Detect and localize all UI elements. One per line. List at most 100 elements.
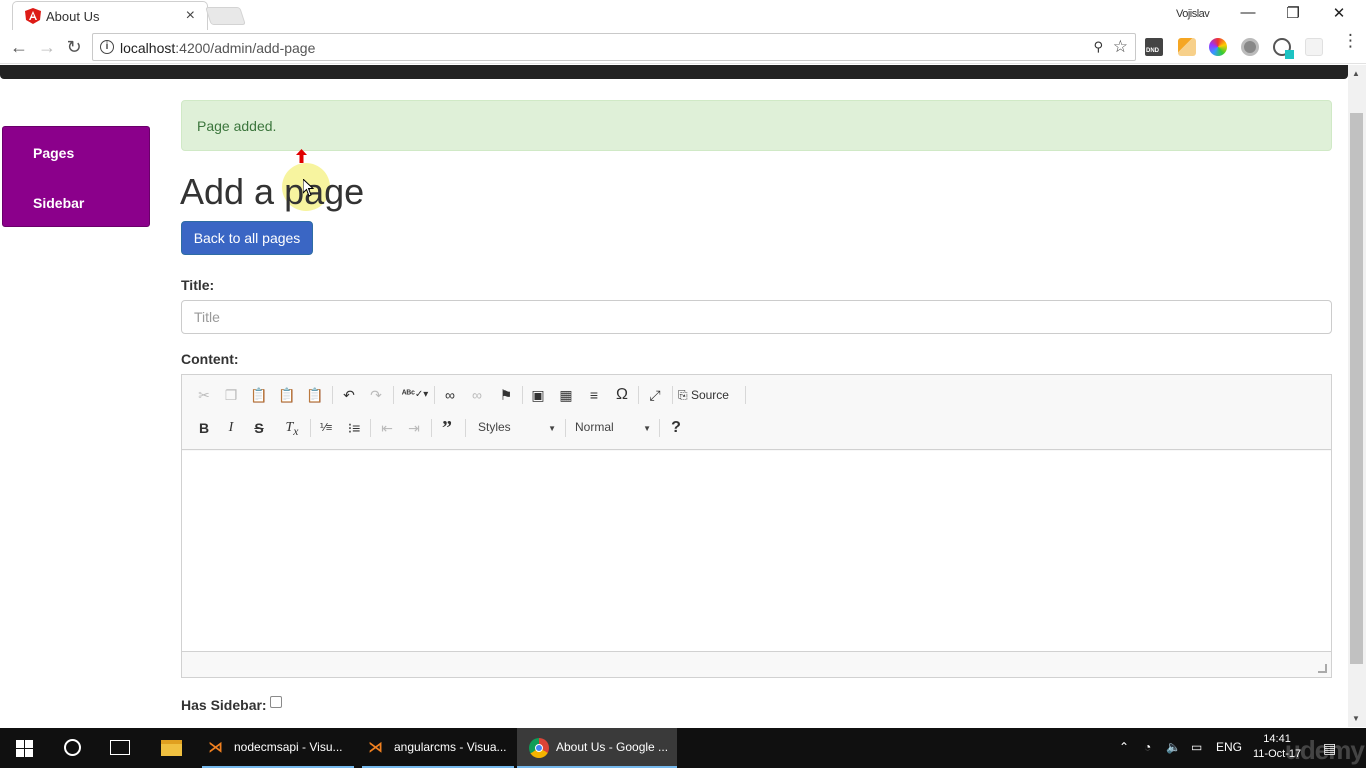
horizontal-rule-icon[interactable]: ≡ bbox=[582, 383, 606, 407]
angular-favicon-icon bbox=[25, 8, 41, 24]
color-extension-icon[interactable] bbox=[1209, 38, 1227, 56]
notifications-icon[interactable]: ▤ bbox=[1323, 740, 1336, 757]
show-hidden-icons-icon[interactable]: ⌃ bbox=[1119, 740, 1129, 754]
url-text[interactable]: localhost:4200/admin/add-page bbox=[120, 40, 315, 56]
gear-extension-icon[interactable] bbox=[1241, 38, 1259, 56]
format-label: Normal bbox=[575, 420, 614, 434]
content-label: Content: bbox=[181, 351, 239, 367]
battery-icon[interactable]: ▭ bbox=[1191, 740, 1202, 754]
volume-icon[interactable]: 🔈 bbox=[1166, 740, 1181, 754]
editor-toolbar: ✂ ❐ 📋 📋 📋 ↶ ↷ ᴬᴮᶜ✓▾ ∞ ∞ ⚑ ▣ ▦ ≡ Ω ⤢ ⎘ So… bbox=[182, 375, 1331, 450]
sidebar-item-sidebar[interactable]: Sidebar bbox=[33, 195, 84, 211]
windows-start-icon[interactable] bbox=[16, 740, 33, 757]
file-explorer-icon[interactable] bbox=[161, 740, 182, 756]
maximize-icon[interactable]: ⤢ bbox=[643, 383, 667, 407]
copy-icon[interactable]: ❐ bbox=[219, 383, 243, 407]
restore-button[interactable]: ❐ bbox=[1278, 4, 1308, 24]
tab-about-us[interactable]: About Us × bbox=[12, 1, 208, 30]
image-icon[interactable]: ▣ bbox=[526, 383, 550, 407]
browser-toolbar: ← → ↻ i localhost:4200/admin/add-page ⚲ … bbox=[0, 30, 1366, 64]
link-icon[interactable]: ∞ bbox=[438, 383, 462, 407]
scroll-up-icon[interactable]: ▲ bbox=[1352, 69, 1360, 78]
mouse-pointer-icon bbox=[303, 179, 315, 197]
admin-sidebar: Pages Sidebar bbox=[2, 126, 150, 227]
network-icon[interactable]: ◔ bbox=[1144, 740, 1151, 754]
taskbar-app-angularcms[interactable]: ⋊ angularcms - Visua... bbox=[362, 728, 514, 768]
paste-text-icon[interactable]: 📋 bbox=[275, 383, 299, 407]
title-label: Title: bbox=[181, 277, 215, 293]
toolbar-separator bbox=[393, 386, 394, 404]
language-indicator[interactable]: ENG bbox=[1216, 740, 1242, 754]
address-bar[interactable]: i localhost:4200/admin/add-page ⚲ ☆ bbox=[92, 33, 1136, 61]
blockquote-icon[interactable]: ” bbox=[435, 416, 459, 440]
back-to-all-pages-button[interactable]: Back to all pages bbox=[181, 221, 313, 255]
rich-text-editor: ✂ ❐ 📋 📋 📋 ↶ ↷ ᴬᴮᶜ✓▾ ∞ ∞ ⚑ ▣ ▦ ≡ Ω ⤢ ⎘ So… bbox=[181, 374, 1332, 678]
toolbar-separator bbox=[370, 419, 371, 437]
reload-button[interactable]: ↻ bbox=[63, 36, 85, 58]
taskbar-app-label: nodecmsapi - Visu... bbox=[234, 740, 343, 754]
profile-name[interactable]: Vojislav bbox=[1176, 8, 1210, 20]
scroll-down-icon[interactable]: ▼ bbox=[1352, 714, 1360, 723]
toolbar-separator bbox=[431, 419, 432, 437]
search-icon[interactable] bbox=[64, 739, 81, 756]
system-clock[interactable]: 14:41 11-Oct-17 bbox=[1253, 732, 1301, 762]
source-button[interactable]: ⎘ Source bbox=[678, 383, 744, 407]
close-window-button[interactable]: ✕ bbox=[1324, 4, 1354, 24]
toolbar-separator bbox=[638, 386, 639, 404]
title-field[interactable] bbox=[181, 300, 1332, 334]
url-path: :4200/admin/add-page bbox=[175, 40, 316, 56]
toolbar-separator bbox=[745, 386, 746, 404]
special-char-icon[interactable]: Ω bbox=[610, 383, 634, 407]
browser-menu-icon[interactable]: ⋮ bbox=[1342, 32, 1359, 49]
help-icon[interactable]: ? bbox=[664, 416, 688, 440]
spellcheck-icon[interactable]: ᴬᴮᶜ✓▾ bbox=[400, 383, 430, 407]
scrollbar-thumb[interactable] bbox=[1350, 113, 1363, 664]
speed-extension-icon[interactable] bbox=[1273, 38, 1294, 59]
bookmark-star-icon[interactable]: ☆ bbox=[1113, 37, 1128, 57]
bold-icon[interactable]: B bbox=[192, 416, 216, 440]
toolbar-separator bbox=[522, 386, 523, 404]
cut-icon[interactable]: ✂ bbox=[192, 383, 216, 407]
info-icon[interactable]: i bbox=[100, 40, 114, 54]
format-dropdown[interactable]: Normal ▼ bbox=[575, 420, 651, 442]
page-scrollbar[interactable]: ▲ ▼ bbox=[1348, 65, 1366, 727]
paste-word-icon[interactable]: 📋 bbox=[303, 383, 327, 407]
strike-icon[interactable]: S bbox=[247, 416, 271, 440]
new-tab-button[interactable] bbox=[205, 7, 246, 25]
back-button[interactable]: ← bbox=[8, 36, 30, 58]
has-sidebar-checkbox[interactable] bbox=[270, 696, 282, 708]
task-view-icon[interactable] bbox=[110, 740, 130, 755]
title-input[interactable] bbox=[182, 301, 1331, 333]
bulleted-list-icon[interactable]: ⁝≡ bbox=[342, 416, 366, 440]
outdent-icon[interactable]: ⇤ bbox=[375, 416, 399, 440]
resize-handle-icon[interactable] bbox=[1318, 664, 1327, 673]
tag-extension-icon[interactable] bbox=[1178, 38, 1196, 56]
forward-button[interactable]: → bbox=[36, 36, 58, 58]
dnd-extension-icon[interactable]: DND bbox=[1145, 38, 1163, 56]
clock-date: 11-Oct-17 bbox=[1253, 748, 1302, 760]
table-icon[interactable]: ▦ bbox=[554, 383, 578, 407]
minimize-button[interactable]: — bbox=[1233, 4, 1263, 24]
anchor-icon[interactable]: ⚑ bbox=[494, 383, 518, 407]
tab-close-icon[interactable]: × bbox=[186, 7, 195, 25]
editor-content-area[interactable] bbox=[182, 451, 1331, 651]
toolbar-separator bbox=[672, 386, 673, 404]
indent-icon[interactable]: ⇥ bbox=[402, 416, 426, 440]
taskbar-app-nodecmsapi[interactable]: ⋊ nodecmsapi - Visu... bbox=[202, 728, 354, 768]
paste-icon[interactable]: 📋 bbox=[247, 383, 271, 407]
blank-extension-icon[interactable] bbox=[1305, 38, 1323, 56]
numbered-list-icon[interactable]: ⅟≡ bbox=[314, 416, 338, 440]
redo-icon[interactable]: ↷ bbox=[364, 383, 388, 407]
styles-dropdown[interactable]: Styles ▼ bbox=[478, 420, 556, 442]
remove-format-icon[interactable]: Tx bbox=[280, 416, 304, 440]
undo-icon[interactable]: ↶ bbox=[337, 383, 361, 407]
italic-icon[interactable]: I bbox=[219, 416, 243, 440]
sidebar-item-pages[interactable]: Pages bbox=[33, 145, 74, 161]
page-title: Add a page bbox=[180, 171, 365, 212]
red-arrow-icon bbox=[296, 149, 307, 163]
taskbar-app-chrome[interactable]: About Us - Google ... bbox=[517, 728, 677, 768]
windows-taskbar: ⋊ nodecmsapi - Visu... ⋊ angularcms - Vi… bbox=[0, 728, 1366, 768]
unlink-icon[interactable]: ∞ bbox=[465, 383, 489, 407]
key-icon[interactable]: ⚲ bbox=[1093, 39, 1103, 55]
tab-title: About Us bbox=[46, 9, 100, 24]
